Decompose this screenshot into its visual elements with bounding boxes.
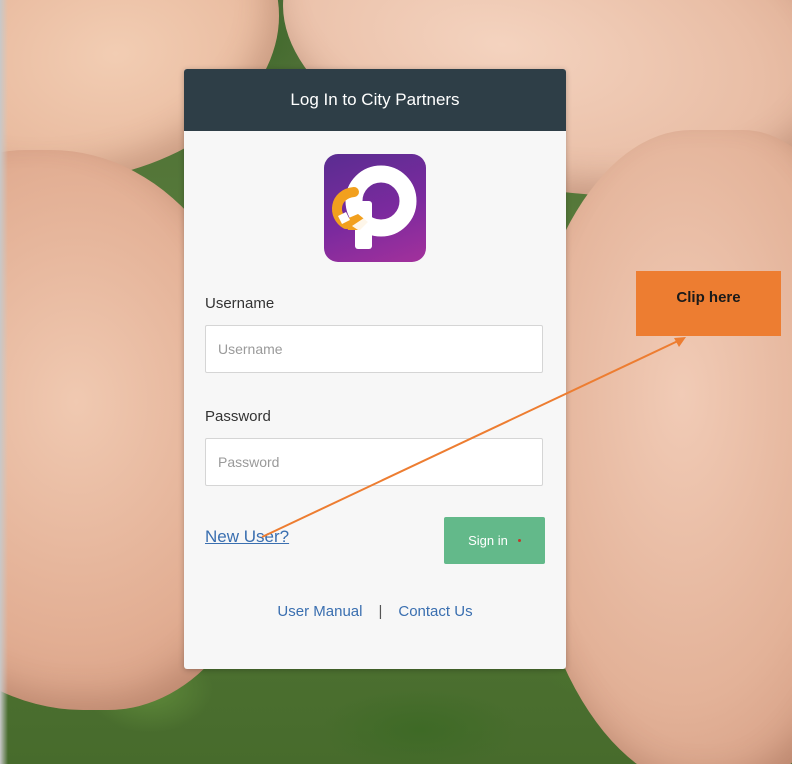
username-label: Username xyxy=(205,295,275,312)
window-edge xyxy=(0,0,8,764)
footer-separator: | xyxy=(378,603,383,620)
sign-in-button[interactable]: Sign in xyxy=(444,517,545,564)
username-input[interactable] xyxy=(205,325,543,373)
card-title: Log In to City Partners xyxy=(290,90,460,109)
handshake-logo-icon xyxy=(332,165,417,249)
footer-links: User Manual | Contact Us xyxy=(184,603,566,620)
button-dot xyxy=(517,539,521,542)
callout-text: Clip here xyxy=(676,289,741,306)
card-header: Log In to City Partners xyxy=(184,69,566,131)
sign-in-label: Sign in xyxy=(468,533,508,548)
new-user-link[interactable]: New User? xyxy=(205,527,289,547)
city-partners-logo xyxy=(324,154,426,262)
password-label: Password xyxy=(205,408,271,425)
login-card: Log In to City Partners Username Passwor… xyxy=(184,69,566,669)
password-input[interactable] xyxy=(205,438,543,486)
contact-us-link[interactable]: Contact Us xyxy=(398,603,472,620)
user-manual-link[interactable]: User Manual xyxy=(277,603,362,620)
login-page: Log In to City Partners Username Passwor… xyxy=(0,0,792,764)
annotation-callout: Clip here xyxy=(636,271,781,336)
